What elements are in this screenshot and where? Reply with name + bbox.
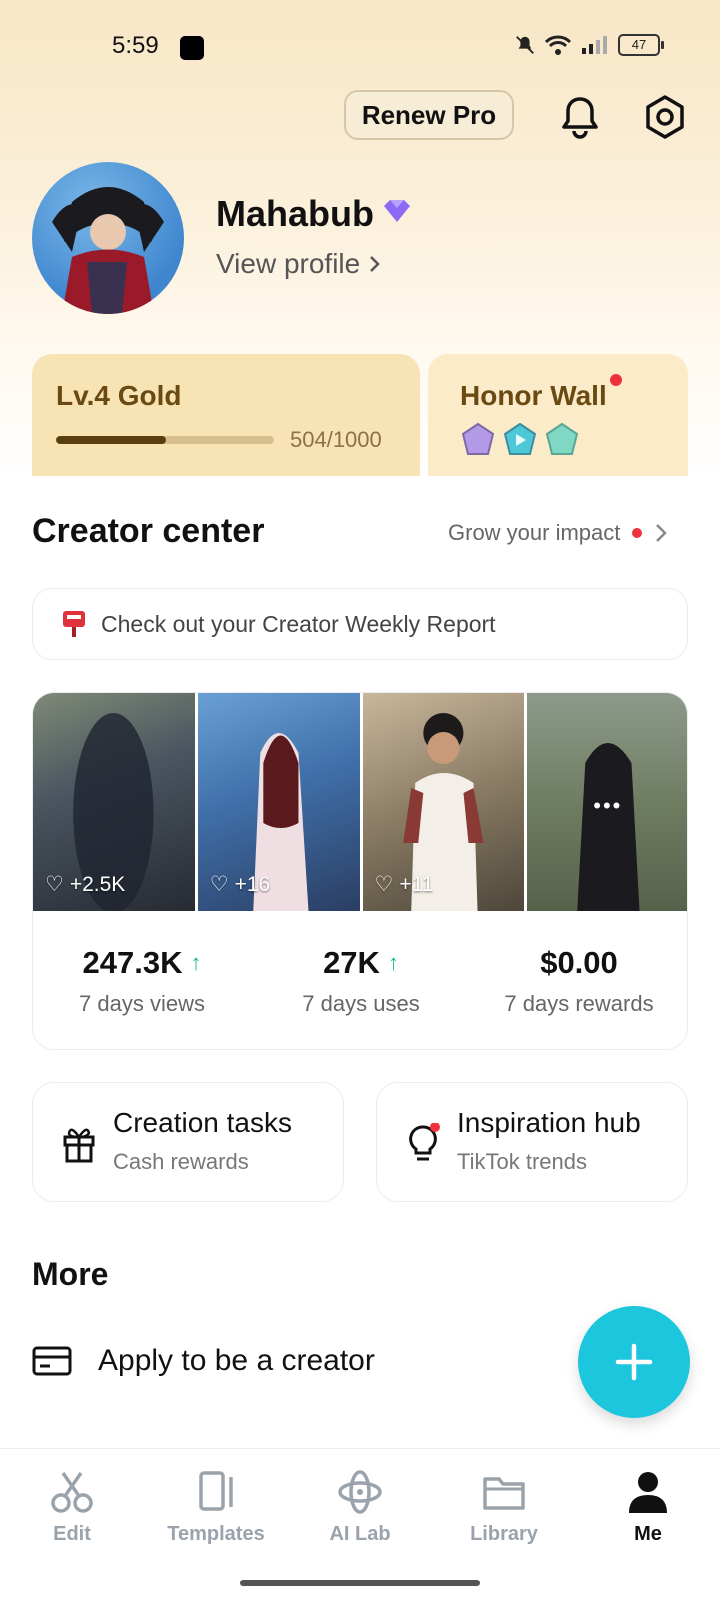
notification-dot <box>632 528 643 538</box>
template-thumbnail[interactable]: ♡ +16 <box>197 693 360 911</box>
nav-library[interactable]: Library <box>432 1469 576 1546</box>
mailbox-icon <box>63 611 85 637</box>
purple-badge-icon <box>461 422 495 455</box>
weekly-report-label: Check out your Creator Weekly Report <box>101 610 496 637</box>
rewards-value: $0.00 <box>540 945 618 980</box>
status-time: 5:59 <box>112 32 159 59</box>
likes-count: ♡ +2.5K <box>45 872 126 897</box>
heart-icon: ♡ <box>374 873 394 896</box>
view-profile-link[interactable]: View profile <box>216 248 382 280</box>
wifi-icon <box>544 35 572 55</box>
nav-ai-lab[interactable]: AI Lab <box>288 1469 432 1546</box>
nav-ai-lab-label: AI Lab <box>329 1523 391 1545</box>
views-value: 247.3K <box>82 945 183 980</box>
avatar-image <box>52 187 164 314</box>
view-profile-label: View profile <box>216 248 361 279</box>
nav-edit[interactable]: Edit <box>0 1469 144 1546</box>
chevron-right-icon <box>370 256 381 272</box>
bottom-nav: Edit Templates AI Lab Library Me <box>0 1448 720 1601</box>
honor-wall-card[interactable] <box>428 354 688 480</box>
grow-your-impact-link[interactable]: Grow your impact <box>448 520 668 546</box>
chevron-right-icon <box>656 524 668 542</box>
creation-tasks-card[interactable]: Creation tasks Cash rewards <box>32 1082 344 1202</box>
ai-lab-icon <box>338 1470 382 1514</box>
template-thumbnail[interactable]: ♡ +2.5K <box>33 693 195 911</box>
nav-me[interactable]: Me <box>576 1469 720 1546</box>
nav-edit-label: Edit <box>53 1523 91 1545</box>
create-button[interactable] <box>578 1306 690 1418</box>
uses-label: 7 days uses <box>302 991 420 1016</box>
notification-dot <box>610 374 622 386</box>
weekly-report-banner[interactable]: Check out your Creator Weekly Report <box>32 588 688 660</box>
vip-badge-icon <box>384 200 410 222</box>
inspiration-hub-card[interactable]: Inspiration hub TikTok trends <box>376 1082 688 1202</box>
likes-count: ♡ +16 <box>209 872 271 897</box>
more-dots-icon: ••• <box>593 793 623 818</box>
templates-icon <box>199 1471 233 1511</box>
level-score: 504/1000 <box>290 427 382 452</box>
nav-templates[interactable]: Templates <box>144 1469 288 1546</box>
level-progress-fill <box>56 436 166 444</box>
plus-icon <box>615 1343 653 1381</box>
nav-templates-label: Templates <box>167 1523 265 1545</box>
battery-icon: 47 <box>618 34 664 56</box>
mute-icon <box>516 36 534 54</box>
honor-wall-title: Honor Wall <box>460 380 607 411</box>
trend-up-icon: ↑ <box>190 950 202 975</box>
app-notification-icon <box>180 36 204 60</box>
gift-icon <box>63 1128 95 1163</box>
scissors-icon <box>51 1472 93 1513</box>
creation-tasks-title: Creation tasks <box>113 1107 292 1138</box>
more-section-title: More <box>32 1256 109 1292</box>
nav-me-label: Me <box>634 1523 662 1545</box>
signal-icon <box>582 36 607 54</box>
heart-icon: ♡ <box>209 873 229 896</box>
level-progress-bar <box>56 436 274 444</box>
bell-icon[interactable] <box>556 92 604 140</box>
creator-stats-card[interactable]: ♡ +2.5K ♡ +16 ♡ +11 ••• 247.3K ↑ 7 days view… <box>32 692 688 1050</box>
template-thumbnail[interactable]: ••• <box>527 693 687 911</box>
inspiration-hub-subtitle: TikTok trends <box>457 1149 588 1174</box>
template-thumbnail[interactable]: ♡ +11 <box>362 693 525 911</box>
likes-count: ♡ +11 <box>374 872 434 897</box>
apply-creator-item[interactable]: Apply to be a creator <box>32 1344 375 1378</box>
teal-badge-icon <box>503 422 537 455</box>
lightbulb-icon <box>409 1123 440 1161</box>
stat-views: 247.3K ↑ 7 days views <box>33 945 251 1017</box>
heart-icon: ♡ <box>45 873 64 896</box>
renew-pro-button[interactable]: Renew Pro <box>344 90 514 140</box>
uses-value: 27K <box>323 945 380 980</box>
honor-badges <box>460 422 580 458</box>
apply-creator-label: Apply to be a creator <box>98 1344 375 1377</box>
rewards-label: 7 days rewards <box>504 991 654 1016</box>
stat-rewards: $0.00 7 days rewards <box>470 945 687 1017</box>
grow-label: Grow your impact <box>448 520 621 545</box>
avatar[interactable] <box>32 162 184 314</box>
recent-templates: ♡ +2.5K ♡ +16 ♡ +11 ••• <box>33 693 687 911</box>
status-icons: 47 <box>514 34 664 56</box>
nav-library-label: Library <box>470 1523 538 1545</box>
green-badge-icon <box>545 422 579 455</box>
level-title: Lv.4 Gold <box>56 380 182 411</box>
home-indicator <box>240 1580 480 1586</box>
level-card[interactable] <box>32 354 420 480</box>
settings-icon[interactable] <box>640 92 690 142</box>
trend-up-icon: ↑ <box>387 950 399 975</box>
stat-uses: 27K ↑ 7 days uses <box>252 945 470 1017</box>
profile-name: Mahabub <box>216 193 374 234</box>
creation-tasks-subtitle: Cash rewards <box>113 1149 249 1174</box>
creator-center-title: Creator center <box>32 512 265 550</box>
views-label: 7 days views <box>79 991 205 1016</box>
inspiration-hub-title: Inspiration hub <box>457 1107 641 1138</box>
folder-icon <box>483 1477 525 1510</box>
card-icon <box>32 1346 72 1376</box>
person-icon <box>629 1472 667 1513</box>
